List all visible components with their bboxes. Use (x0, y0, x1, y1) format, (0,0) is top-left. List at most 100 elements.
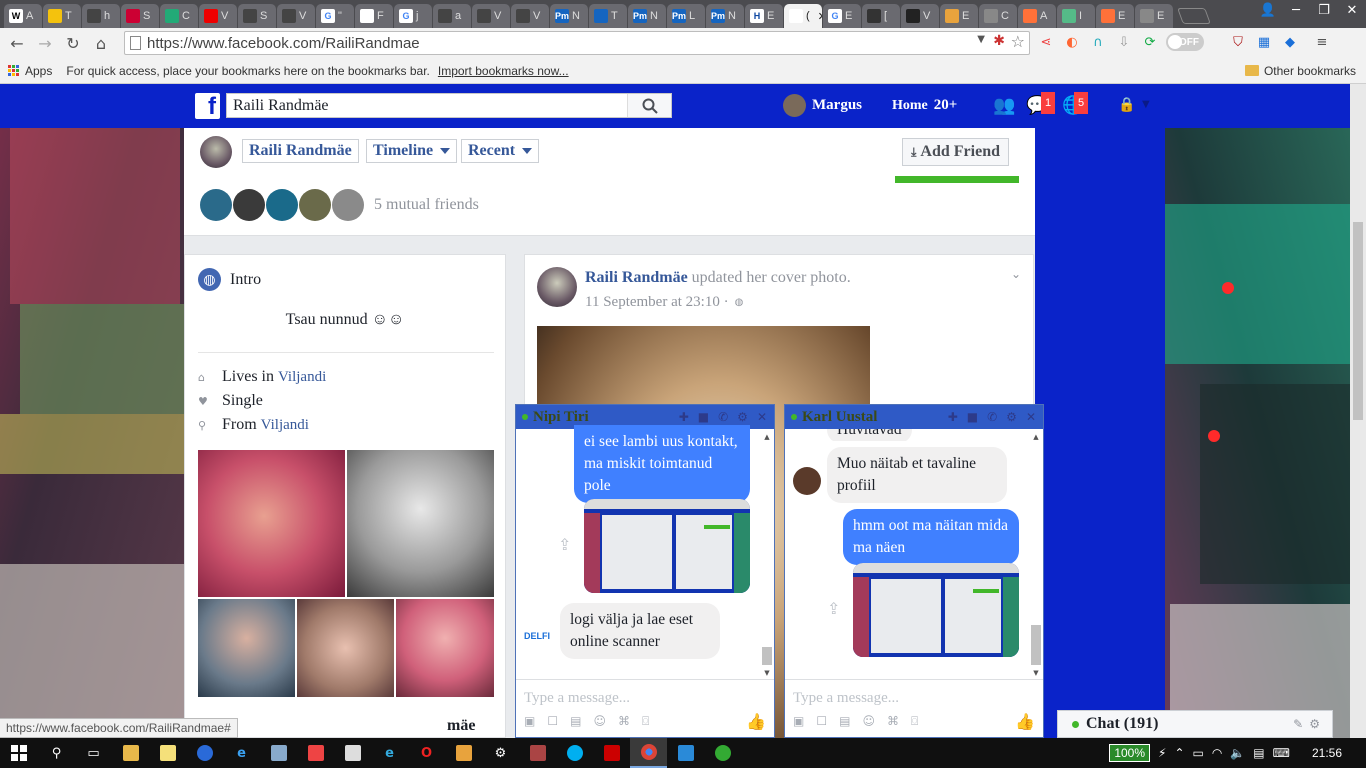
browser-tab[interactable]: Pm L (667, 4, 705, 28)
add-icon[interactable]: ✚ (948, 410, 958, 424)
scroll-up-icon[interactable]: ▲ (1031, 433, 1041, 441)
browser-tab[interactable]: A (1018, 4, 1056, 28)
battery-percent[interactable]: 100% (1109, 744, 1151, 762)
account-menu-caret-icon[interactable]: ▼ (1142, 99, 1150, 110)
browser-tab[interactable]: a (433, 4, 471, 28)
chrome-taskbar-icon[interactable] (630, 738, 667, 768)
home-link[interactable]: Home 20+ (892, 97, 957, 114)
user-link[interactable]: Margus (783, 94, 862, 117)
calendar-icon[interactable]: ▦ (1254, 31, 1274, 53)
ie-icon[interactable]: e (371, 738, 408, 768)
diamond-icon[interactable]: ◆ (1280, 31, 1300, 53)
phone-icon[interactable]: ✆ (718, 410, 728, 424)
address-bar[interactable]: https://www.facebook.com/RailiRandmae ▼ … (124, 31, 1030, 55)
photo-thumb[interactable] (198, 450, 345, 597)
mutual-friend-avatar[interactable] (233, 189, 265, 221)
screenshot-attachment[interactable] (853, 563, 1019, 657)
share-icon[interactable]: ⇪ (827, 599, 840, 618)
apps-link[interactable]: Apps (25, 64, 52, 78)
power-icon[interactable]: ⚡ (1158, 746, 1166, 760)
globe-app-icon[interactable] (186, 738, 223, 768)
camera-icon[interactable]: ⌼ (642, 714, 649, 729)
browser-tab[interactable]: V (199, 4, 237, 28)
chat-sidebar-button[interactable]: Chat (191) ✎ ⚙ (1057, 710, 1333, 738)
browser-tab[interactable]: T (43, 4, 81, 28)
browser-tab[interactable]: Gj (394, 4, 432, 28)
notification-center-icon[interactable]: ▤ (1253, 746, 1264, 760)
lives-link[interactable]: Viljandi (278, 369, 326, 386)
browser-tab[interactable]: HE (745, 4, 783, 28)
screenshot-attachment[interactable] (584, 499, 750, 593)
chat-scrollbar[interactable]: ▲ ▼ (1031, 433, 1041, 679)
mutual-friend-avatar[interactable] (266, 189, 298, 221)
media-icon[interactable] (445, 738, 482, 768)
scroll-down-icon[interactable]: ▼ (762, 669, 772, 677)
back-icon[interactable]: ← (3, 29, 31, 57)
browser-tab[interactable]: E (1135, 4, 1173, 28)
file-explorer-icon[interactable] (112, 738, 149, 768)
browser-tab[interactable]: C (160, 4, 198, 28)
emoji-icon[interactable]: ☺ (862, 714, 875, 729)
notepad-icon[interactable] (149, 738, 186, 768)
browser-tab[interactable]: V (277, 4, 315, 28)
attach-icon[interactable]: ⌘ (887, 714, 899, 729)
photo-thumb[interactable] (347, 450, 494, 597)
browser-tab[interactable]: [ (862, 4, 900, 28)
close-tab-icon[interactable]: ✕ (818, 10, 822, 23)
home-icon[interactable]: ⌂ (87, 29, 115, 57)
scroll-up-icon[interactable]: ▲ (762, 433, 772, 441)
emoji-icon[interactable]: ☺ (593, 714, 606, 729)
browser-tab[interactable]: h (82, 4, 120, 28)
add-icon[interactable]: ✚ (679, 410, 689, 424)
browser-tab[interactable]: S (238, 4, 276, 28)
ghostery-icon[interactable]: ◐ (1062, 31, 1082, 53)
chat-contact-name[interactable]: Nipi Tiri (533, 409, 589, 426)
attach-icon[interactable]: ⌘ (618, 714, 630, 729)
filezilla-icon[interactable] (593, 738, 630, 768)
close-window-icon[interactable]: ✕ (1338, 0, 1366, 20)
opera-icon[interactable]: O (408, 738, 445, 768)
wifi-icon[interactable]: ◠ (1212, 746, 1222, 760)
chat-header[interactable]: Karl Uustal ✚ ■ ✆ ⚙ ✕ (785, 405, 1043, 429)
gear-icon[interactable]: ⚙ (1006, 410, 1017, 424)
sticker-icon[interactable]: ☐ (816, 714, 827, 729)
browser-tab[interactable]: V (901, 4, 939, 28)
crumb-timeline[interactable]: Timeline (366, 139, 458, 163)
compose-icon[interactable]: ✎ (1293, 717, 1303, 731)
post-time[interactable]: 11 September at 23:10 · ◍ (585, 294, 743, 311)
chevron-up-icon[interactable]: ⌃ (1174, 746, 1184, 760)
video-icon[interactable]: ■ (698, 410, 709, 424)
browser-tab[interactable]: GE (823, 4, 861, 28)
message-input[interactable]: Type a message... (524, 690, 630, 707)
browser-tab[interactable]: E (1096, 4, 1134, 28)
privacy-lock-icon[interactable]: 🔒 (1118, 97, 1135, 113)
browser-tab[interactable]: E (940, 4, 978, 28)
scroll-down-icon[interactable]: ▼ (1031, 669, 1041, 677)
search-icon[interactable]: ⚲ (38, 738, 75, 768)
dropdown-icon[interactable]: ▼ (977, 34, 985, 45)
browser-tab[interactable]: (✕ (784, 4, 822, 28)
sticker-icon[interactable]: ☐ (547, 714, 558, 729)
store-icon[interactable] (334, 738, 371, 768)
close-icon[interactable]: ✕ (757, 410, 767, 424)
from-link[interactable]: Viljandi (261, 417, 309, 434)
browser-tab[interactable]: C (979, 4, 1017, 28)
like-icon[interactable]: 👍 (746, 712, 766, 731)
search-input[interactable]: Raili Randmäe (226, 93, 672, 118)
crumb-recent[interactable]: Recent (461, 139, 540, 163)
chat-scrollbar[interactable]: ▲ ▼ (762, 433, 772, 679)
browser-tab[interactable]: Pm N (706, 4, 744, 28)
bookmark-star-icon[interactable]: ☆ (1011, 32, 1025, 51)
share-icon[interactable]: ⇪ (558, 535, 571, 554)
post-author-link[interactable]: Raili Randmäe (585, 269, 688, 286)
message-input[interactable]: Type a message... (793, 690, 899, 707)
post-author-avatar[interactable] (537, 267, 577, 307)
post-options-chevron-icon[interactable]: ⌄ (1011, 267, 1021, 281)
mutual-friend-avatar[interactable] (200, 189, 232, 221)
gif-icon[interactable]: ▤ (570, 714, 581, 729)
other-bookmarks[interactable]: Other bookmarks (1244, 64, 1356, 78)
photo-icon[interactable]: ▣ (524, 714, 535, 729)
browser-tab[interactable]: G " (316, 4, 354, 28)
mutual-friend-avatar[interactable] (332, 189, 364, 221)
keyboard-icon[interactable]: ⌨ (1273, 746, 1290, 760)
